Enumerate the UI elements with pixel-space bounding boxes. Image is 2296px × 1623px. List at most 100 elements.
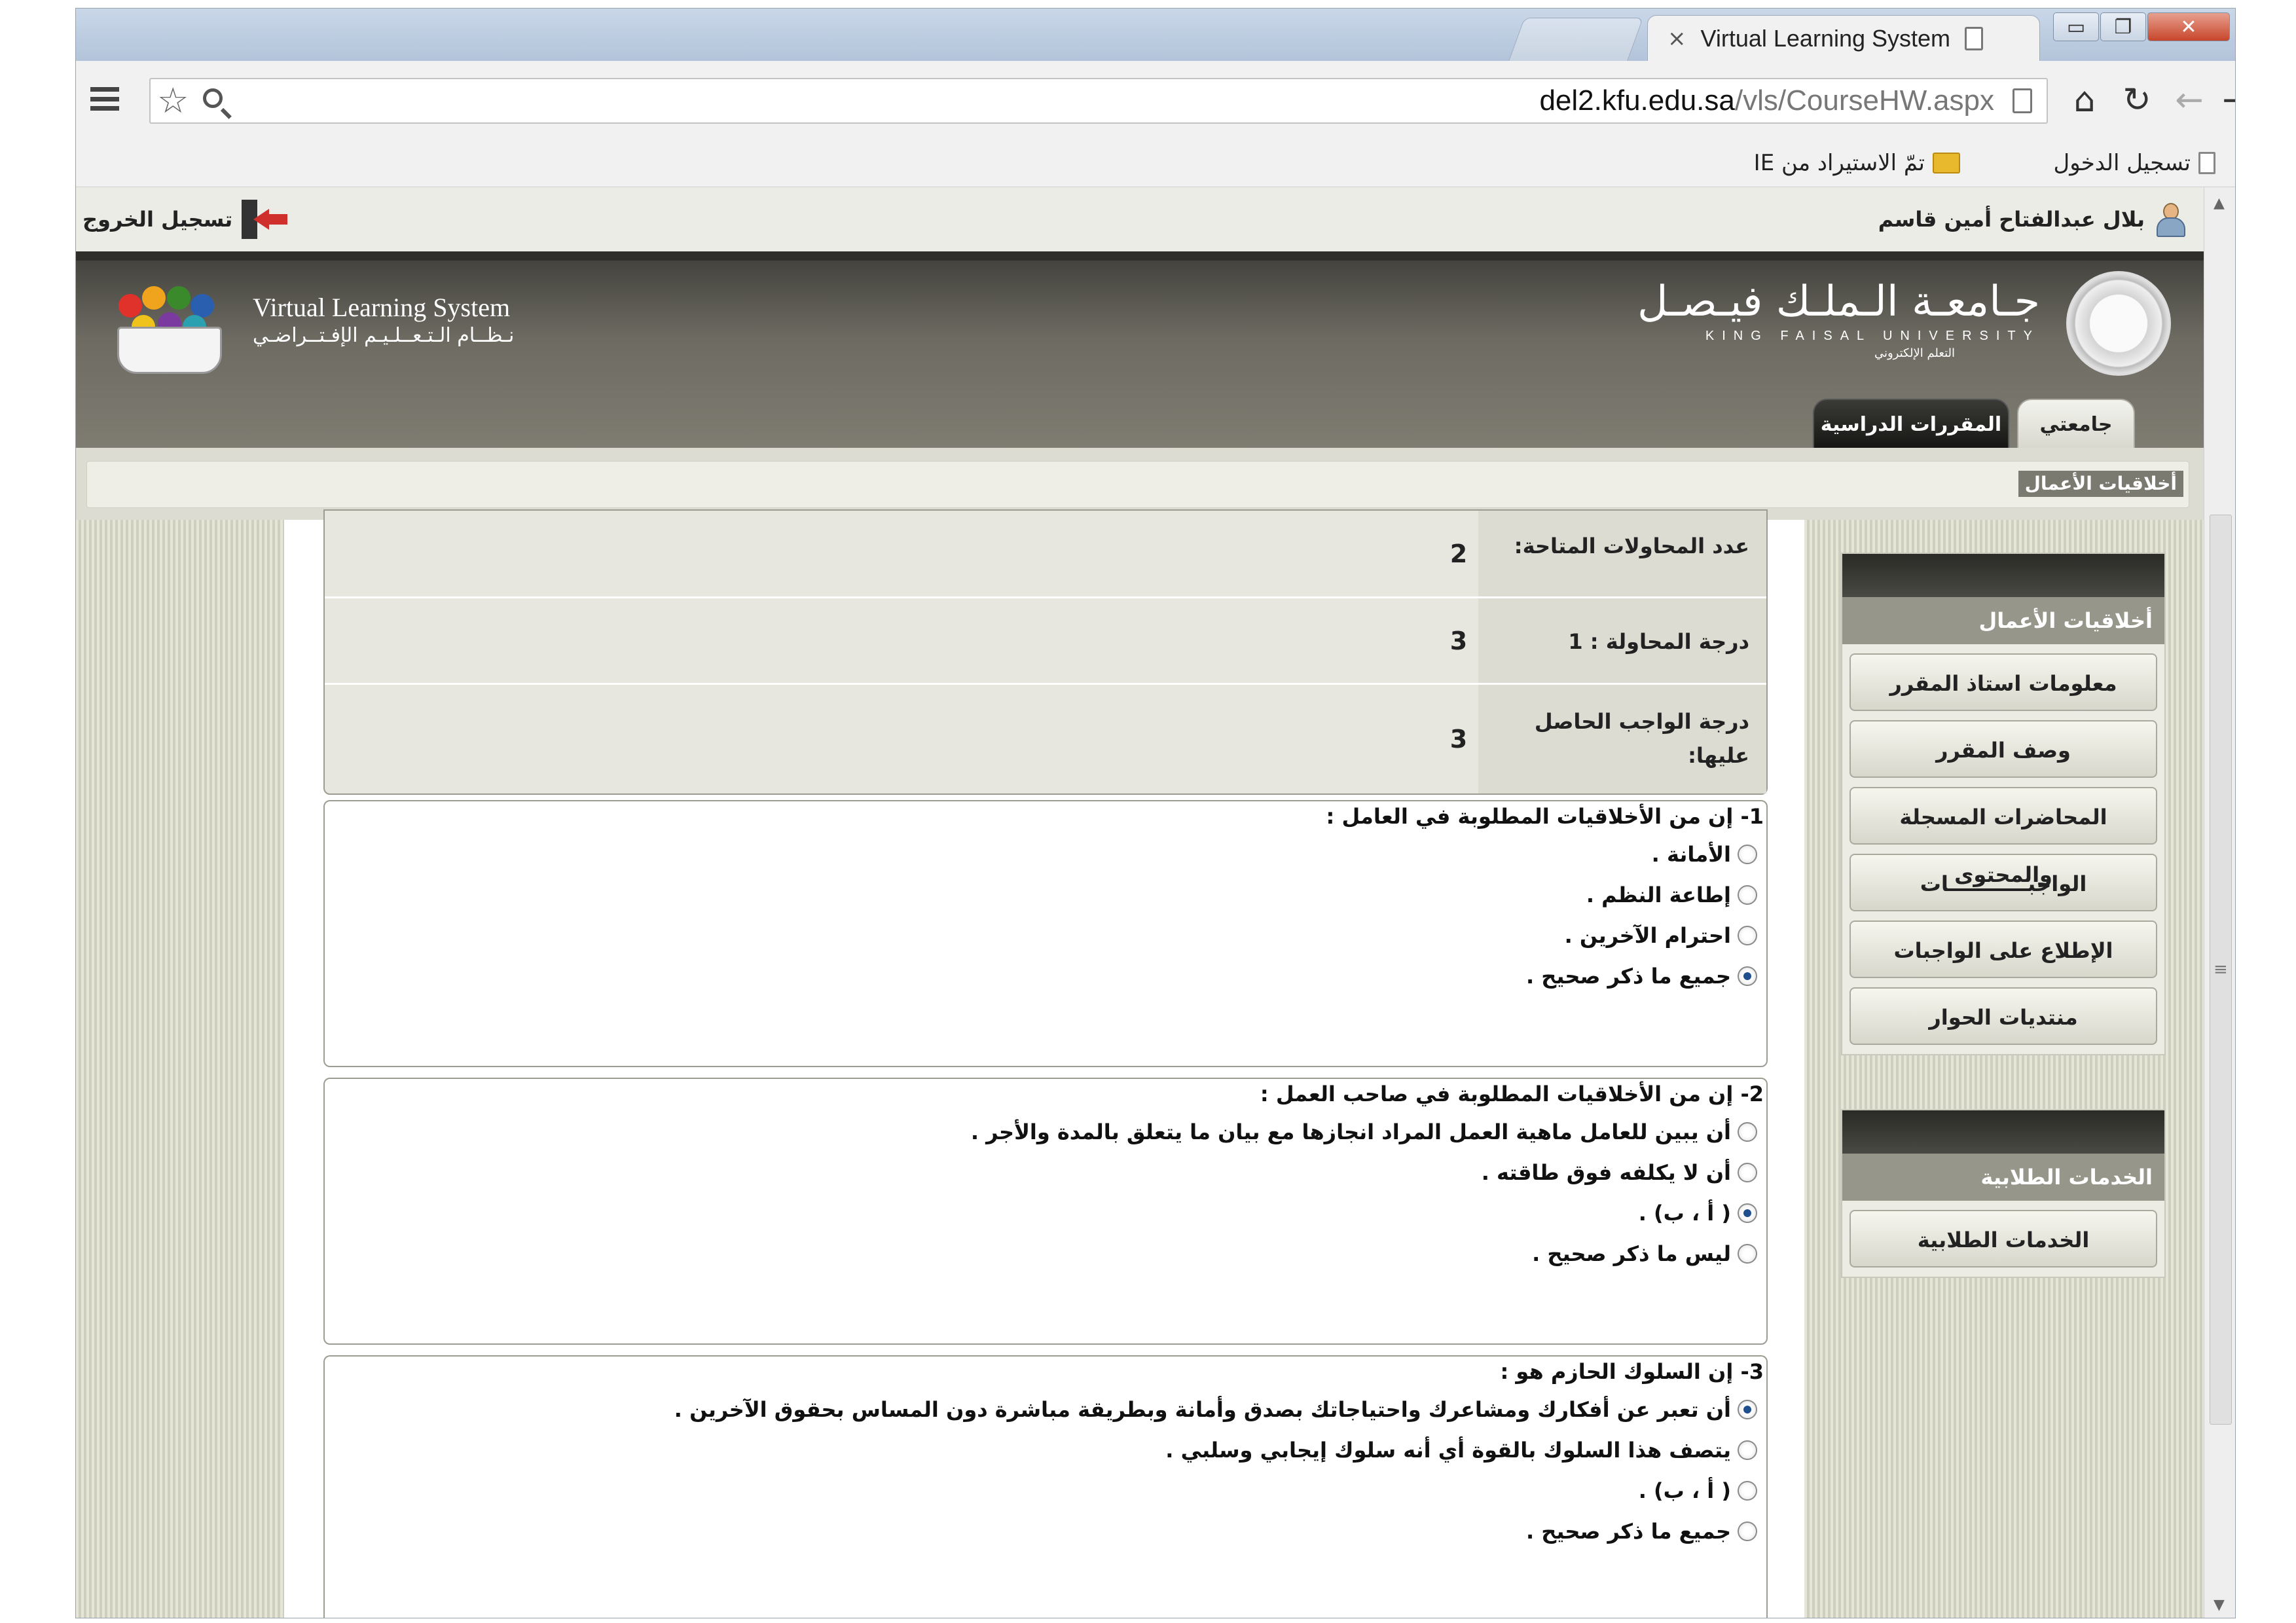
question-text: 2- إن من الأخلاقيات المطلوبة في صاحب الع… <box>1260 1082 1764 1106</box>
info-value: 3 <box>1449 626 1468 655</box>
attempt-info-table: عدد المحاولات المتاحة: 2 درجة المحاولة :… <box>323 509 1768 795</box>
university-logo-text: جـامعـة الـملـك فيـصـل KING FAISAL UNIVE… <box>1637 278 2040 360</box>
bookmark-label: تسجيل الدخول <box>2053 150 2191 176</box>
page-icon <box>1965 26 1984 50</box>
new-tab-button[interactable] <box>1508 18 1644 62</box>
radio-button[interactable] <box>1738 1122 1757 1142</box>
radio-button[interactable] <box>1738 885 1757 905</box>
user-info: بلال عبدالفتاح أمين قاسم <box>1878 202 2185 237</box>
logout-icon <box>242 200 288 239</box>
table-row: درجة الواجب الحاصل عليها: 3 <box>325 685 1766 793</box>
option[interactable]: ( أ ، ب) . <box>1639 1201 1757 1226</box>
page-info-icon[interactable] <box>2013 88 2032 113</box>
option[interactable]: أن تعبر عن أفكارك ومشاعرك واحتياجاتك بصد… <box>674 1397 1757 1422</box>
browser-toolbar: ☆ del2.kfu.edu.sa/vls/CourseHW.aspx ⌂ ↻ … <box>76 61 2235 139</box>
option-label: ليس ما ذكر صحيح . <box>1532 1241 1731 1266</box>
home-icon[interactable]: ⌂ <box>2065 81 2104 120</box>
radio-button-selected[interactable] <box>1738 1400 1757 1419</box>
tab-close-icon[interactable]: × <box>1667 26 1686 52</box>
scroll-up-icon[interactable]: ▲ <box>2214 195 2225 211</box>
option-label: ( أ ، ب) . <box>1638 1478 1731 1503</box>
option[interactable]: ليس ما ذكر صحيح . <box>1532 1241 1757 1266</box>
browser-window: × Virtual Learning System ▭ ❐ ✕ ☆ del2.k… <box>75 8 2236 1618</box>
bookmarks-bar: تسجيل الدخول تمّ الاستيراد من IE <box>76 139 2235 187</box>
option-label: أن تعبر عن أفكارك ومشاعرك واحتياجاتك بصد… <box>674 1397 1731 1422</box>
vls-title-en: Virtual Learning System <box>253 293 511 322</box>
radio-button-selected[interactable] <box>1738 966 1757 986</box>
sidebar-item-course-description[interactable]: وصف المقرر <box>1850 720 2157 778</box>
radio-button[interactable] <box>1738 1244 1757 1264</box>
radio-button[interactable] <box>1738 845 1757 864</box>
scroll-grip-icon: ≡ <box>2214 960 2228 979</box>
breadcrumb[interactable]: أخلاقيات الأعمال <box>2018 471 2183 497</box>
option-label: يتصف هذا السلوك بالقوة أي أنه سلوك إيجاب… <box>1165 1438 1731 1463</box>
folder-icon <box>1933 153 1960 173</box>
option[interactable]: جميع ما ذكر صحيح . <box>1526 964 1757 989</box>
tab-title: Virtual Learning System <box>1700 24 1951 52</box>
bookmark-star-icon[interactable]: ☆ <box>157 81 189 121</box>
bookmark-label: تمّ الاستيراد من IE <box>1753 150 1925 176</box>
url-host: del2.kfu.edu.sa <box>1539 84 1735 117</box>
site-banner: جـامعـة الـملـك فيـصـل KING FAISAL UNIVE… <box>76 251 2204 448</box>
sidebar-item-forums[interactable]: منتديات الحوار <box>1850 987 2157 1045</box>
question-3: 3- إن السلوك الحازم هو : أن تعبر عن أفكا… <box>323 1355 1768 1618</box>
forward-icon[interactable]: → <box>2217 81 2235 120</box>
title-bar: × Virtual Learning System ▭ ❐ ✕ <box>76 9 2235 62</box>
option[interactable]: يتصف هذا السلوك بالقوة أي أنه سلوك إيجاب… <box>1165 1438 1757 1463</box>
minimize-button[interactable]: ▭ <box>2053 12 2099 41</box>
option[interactable]: أن يبين للعامل ماهية العمل المراد انجازه… <box>971 1120 1757 1144</box>
radio-button[interactable] <box>1738 1440 1757 1460</box>
info-value: 3 <box>1449 725 1468 754</box>
question-1: 1- إن من الأخلاقيات المطلوبة في العامل :… <box>323 800 1768 1067</box>
logout-link[interactable]: تسجيل الخروج <box>82 200 288 239</box>
option-label: ( أ ، ب) . <box>1638 1201 1731 1226</box>
radio-button[interactable] <box>1738 1481 1757 1501</box>
bookmark-imported[interactable]: تمّ الاستيراد من IE <box>1754 146 1960 180</box>
tab-courses[interactable]: المقررات الدراسية <box>1813 399 2009 448</box>
course-menu-title: أخلاقيات الأعمال <box>1842 597 2164 644</box>
option-label: الأمانة . <box>1651 842 1731 867</box>
sidebar-item-instructor-info[interactable]: معلومات استاذ المقرر <box>1850 653 2157 711</box>
sidebar-item-recorded-lectures[interactable]: المحاضرات المسجلة والمحتوى <box>1850 787 2157 887</box>
option[interactable]: أن لا يكلفه فوق طاقته . <box>1482 1160 1757 1185</box>
question-text: 1- إن من الأخلاقيات المطلوبة في العامل : <box>1326 804 1764 829</box>
scroll-down-icon[interactable]: ▼ <box>2214 1597 2225 1613</box>
option[interactable]: الأمانة . <box>1652 842 1757 867</box>
info-label: درجة المحاولة : 1 <box>1478 598 1766 683</box>
table-row: عدد المحاولات المتاحة: 2 <box>325 511 1766 598</box>
tab-my-university[interactable]: جامعتي <box>2017 399 2135 448</box>
browser-tab[interactable]: × Virtual Learning System <box>1647 15 2040 61</box>
option[interactable]: ( أ ، ب) . <box>1639 1478 1757 1503</box>
info-label: عدد المحاولات المتاحة: <box>1478 511 1766 596</box>
page-viewport: بلال عبدالفتاح أمين قاسم تسجيل الخروج جـ… <box>76 187 2204 1618</box>
option[interactable]: احترام الآخرين . <box>1565 923 1757 948</box>
radio-button[interactable] <box>1738 1522 1757 1541</box>
university-seal-logo <box>2066 271 2171 376</box>
back-icon[interactable]: ← <box>2170 81 2209 120</box>
content-area: عدد المحاولات المتاحة: 2 درجة المحاولة :… <box>76 509 2204 1618</box>
radio-button[interactable] <box>1738 926 1757 945</box>
vertical-scrollbar[interactable]: ▲ ≡ ▼ <box>2204 187 2235 1618</box>
url-path: /vls/CourseHW.aspx <box>1734 84 1994 117</box>
bookmark-login[interactable]: تسجيل الدخول <box>2053 146 2215 180</box>
sidebar-item-view-assignments[interactable]: الإطلاع على الواجبات <box>1850 921 2157 978</box>
menu-icon[interactable] <box>90 87 119 111</box>
radio-button-selected[interactable] <box>1738 1203 1757 1223</box>
option[interactable]: إطاعة النظم . <box>1586 883 1757 907</box>
address-bar[interactable]: ☆ del2.kfu.edu.sa/vls/CourseHW.aspx <box>149 78 2048 124</box>
option-label: جميع ما ذكر صحيح . <box>1525 1519 1731 1544</box>
vls-title-ar: نـظــام الـتـعــلـيـم الإفـتــراضـي <box>253 324 515 347</box>
course-menu-panel: أخلاقيات الأعمال معلومات استاذ المقرر وص… <box>1841 553 2166 1055</box>
url-text[interactable]: del2.kfu.edu.sa/vls/CourseHW.aspx <box>1539 79 1994 122</box>
main-panel: عدد المحاولات المتاحة: 2 درجة المحاولة :… <box>284 509 1804 1618</box>
option-label: أن لا يكلفه فوق طاقته . <box>1481 1160 1731 1185</box>
radio-button[interactable] <box>1738 1163 1757 1182</box>
sidebar-item-assignments[interactable]: الواجبـــــــــــات <box>1850 854 2157 911</box>
maximize-button[interactable]: ❐ <box>2100 12 2146 41</box>
reload-icon[interactable]: ↻ <box>2117 81 2157 120</box>
sidebar-item-student-services[interactable]: الخدمات الطلابية <box>1850 1210 2157 1267</box>
option[interactable]: جميع ما ذكر صحيح . <box>1526 1519 1757 1544</box>
services-title: الخدمات الطلابية <box>1842 1154 2164 1201</box>
close-window-button[interactable]: ✕ <box>2147 12 2230 41</box>
main-tabs: جامعتي المقررات الدراسية <box>1813 399 2135 448</box>
